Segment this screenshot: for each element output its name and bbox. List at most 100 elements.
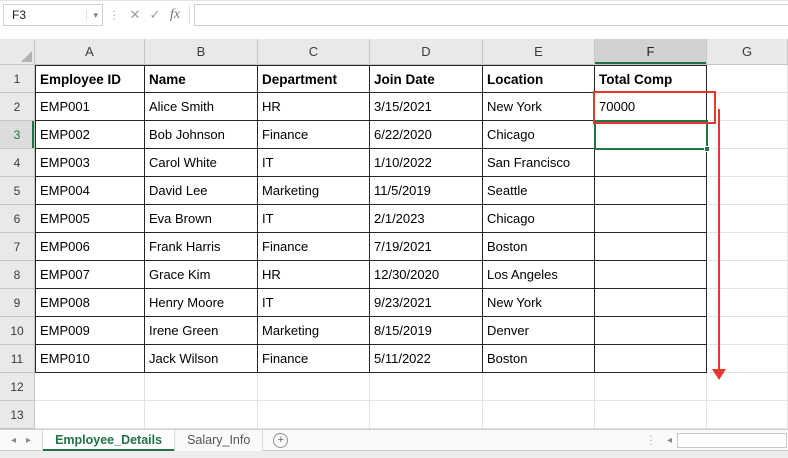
cell-E11[interactable]: Boston (483, 345, 595, 373)
column-header-F[interactable]: F (595, 39, 707, 65)
cell-G13[interactable] (707, 401, 788, 429)
row-header-6[interactable]: 6 (0, 205, 35, 233)
cell-C10[interactable]: Marketing (258, 317, 370, 345)
name-box-dropdown-icon[interactable]: ▾ (86, 10, 98, 21)
sheet-tab-employee-details[interactable]: Employee_Details (42, 430, 175, 451)
cell-B6[interactable]: Eva Brown (145, 205, 258, 233)
row-header-10[interactable]: 10 (0, 317, 35, 345)
cell-A7[interactable]: EMP006 (35, 233, 145, 261)
row-header-5[interactable]: 5 (0, 177, 35, 205)
column-header-E[interactable]: E (483, 39, 595, 65)
cell-A6[interactable]: EMP005 (35, 205, 145, 233)
cell-F8[interactable] (595, 261, 707, 289)
cell-D11[interactable]: 5/11/2022 (370, 345, 483, 373)
cell-B10[interactable]: Irene Green (145, 317, 258, 345)
formula-input[interactable] (194, 4, 788, 26)
cell-C13[interactable] (258, 401, 370, 429)
cell-B11[interactable]: Jack Wilson (145, 345, 258, 373)
cell-A4[interactable]: EMP003 (35, 149, 145, 177)
cell-E7[interactable]: Boston (483, 233, 595, 261)
cell-C2[interactable]: HR (258, 93, 370, 121)
cell-F10[interactable] (595, 317, 707, 345)
cell-F1[interactable]: Total Comp (595, 65, 707, 93)
row-header-1[interactable]: 1 (0, 65, 35, 93)
insert-function-icon[interactable]: fx (165, 7, 185, 23)
cell-E9[interactable]: New York (483, 289, 595, 317)
cell-D8[interactable]: 12/30/2020 (370, 261, 483, 289)
horizontal-scrollbar[interactable] (677, 433, 787, 448)
cell-D13[interactable] (370, 401, 483, 429)
cell-E2[interactable]: New York (483, 93, 595, 121)
cell-A9[interactable]: EMP008 (35, 289, 145, 317)
tab-nav-right-icon[interactable]: ▸ (21, 435, 36, 446)
cell-D9[interactable]: 9/23/2021 (370, 289, 483, 317)
cell-A1[interactable]: Employee ID (35, 65, 145, 93)
cell-F9[interactable] (595, 289, 707, 317)
cell-A11[interactable]: EMP010 (35, 345, 145, 373)
cell-E8[interactable]: Los Angeles (483, 261, 595, 289)
cell-A10[interactable]: EMP009 (35, 317, 145, 345)
cell-D5[interactable]: 11/5/2019 (370, 177, 483, 205)
cell-B3[interactable]: Bob Johnson (145, 121, 258, 149)
cell-F13[interactable] (595, 401, 707, 429)
column-header-B[interactable]: B (145, 39, 258, 65)
row-header-11[interactable]: 11 (0, 345, 35, 373)
row-header-8[interactable]: 8 (0, 261, 35, 289)
sheet-tab-salary-info[interactable]: Salary_Info (175, 430, 263, 451)
cell-C7[interactable]: Finance (258, 233, 370, 261)
cell-F4[interactable] (595, 149, 707, 177)
cell-E1[interactable]: Location (483, 65, 595, 93)
cell-D2[interactable]: 3/15/2021 (370, 93, 483, 121)
row-header-2[interactable]: 2 (0, 93, 35, 121)
cell-C11[interactable]: Finance (258, 345, 370, 373)
cell-B13[interactable] (145, 401, 258, 429)
cell-D3[interactable]: 6/22/2020 (370, 121, 483, 149)
cell-F12[interactable] (595, 373, 707, 401)
cell-B5[interactable]: David Lee (145, 177, 258, 205)
cell-A8[interactable]: EMP007 (35, 261, 145, 289)
cell-C9[interactable]: IT (258, 289, 370, 317)
cell-B7[interactable]: Frank Harris (145, 233, 258, 261)
row-header-7[interactable]: 7 (0, 233, 35, 261)
column-header-G[interactable]: G (707, 39, 788, 65)
cell-B9[interactable]: Henry Moore (145, 289, 258, 317)
cell-C6[interactable]: IT (258, 205, 370, 233)
cell-F6[interactable] (595, 205, 707, 233)
cell-D10[interactable]: 8/15/2019 (370, 317, 483, 345)
cell-E6[interactable]: Chicago (483, 205, 595, 233)
name-box[interactable]: F3 ▾ (3, 4, 103, 26)
cancel-icon[interactable]: ✕ (125, 7, 145, 23)
cell-E12[interactable] (483, 373, 595, 401)
cell-B1[interactable]: Name (145, 65, 258, 93)
column-header-D[interactable]: D (370, 39, 483, 65)
row-header-4[interactable]: 4 (0, 149, 35, 177)
cell-B2[interactable]: Alice Smith (145, 93, 258, 121)
cell-A13[interactable] (35, 401, 145, 429)
cell-D7[interactable]: 7/19/2021 (370, 233, 483, 261)
cell-A12[interactable] (35, 373, 145, 401)
row-header-3[interactable]: 3 (0, 121, 35, 149)
cell-A2[interactable]: EMP001 (35, 93, 145, 121)
cell-C4[interactable]: IT (258, 149, 370, 177)
cell-F11[interactable] (595, 345, 707, 373)
cell-D6[interactable]: 2/1/2023 (370, 205, 483, 233)
cell-A3[interactable]: EMP002 (35, 121, 145, 149)
scroll-left-icon[interactable]: ◂ (662, 435, 677, 446)
row-header-13[interactable]: 13 (0, 401, 35, 429)
column-header-C[interactable]: C (258, 39, 370, 65)
cell-C3[interactable]: Finance (258, 121, 370, 149)
row-header-9[interactable]: 9 (0, 289, 35, 317)
enter-icon[interactable]: ✓ (145, 7, 165, 23)
cell-E5[interactable]: Seattle (483, 177, 595, 205)
cell-F7[interactable] (595, 233, 707, 261)
cell-B12[interactable] (145, 373, 258, 401)
cell-B4[interactable]: Carol White (145, 149, 258, 177)
cell-D12[interactable] (370, 373, 483, 401)
cell-E10[interactable]: Denver (483, 317, 595, 345)
cell-C8[interactable]: HR (258, 261, 370, 289)
cell-E13[interactable] (483, 401, 595, 429)
new-sheet-button[interactable]: + (273, 433, 288, 448)
cell-C1[interactable]: Department (258, 65, 370, 93)
cell-D1[interactable]: Join Date (370, 65, 483, 93)
cell-C5[interactable]: Marketing (258, 177, 370, 205)
